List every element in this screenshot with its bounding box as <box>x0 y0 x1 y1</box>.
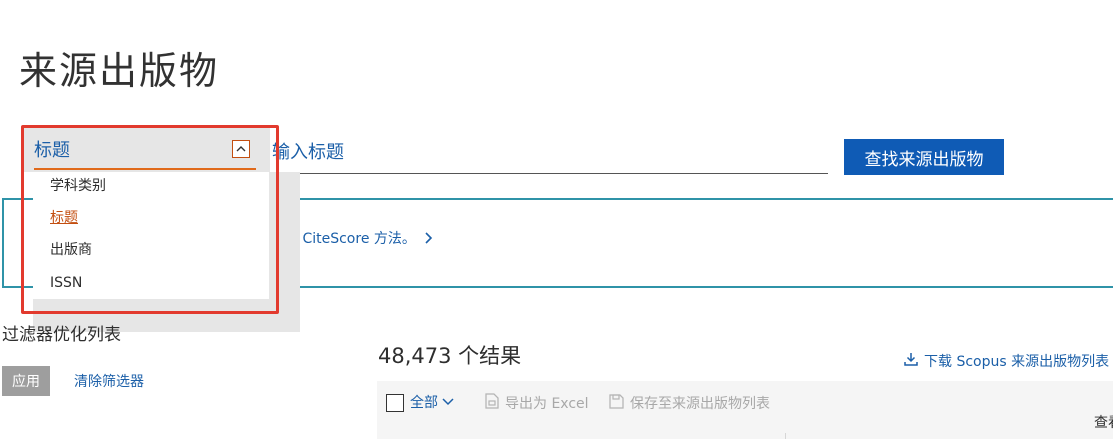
citescore-method-link-label: 看 CiteScore 方法。 <box>284 231 416 247</box>
chevron-down-icon <box>442 394 454 410</box>
filter-heading: 过滤器优化列表 <box>2 325 121 345</box>
download-icon <box>904 352 918 370</box>
clear-filters-link[interactable]: 清除筛选器 <box>74 371 144 391</box>
results-count: 48,473 个结果 <box>378 344 522 368</box>
export-excel-label: 导出为 Excel <box>505 396 589 412</box>
file-excel-icon <box>485 393 499 413</box>
select-all-dropdown[interactable]: 全部 <box>410 392 454 412</box>
save-to-source-list-button[interactable]: 保存至来源出版物列表 <box>609 393 770 413</box>
citescore-method-link[interactable]: 看 CiteScore 方法。 <box>284 228 434 248</box>
select-all-label: 全部 <box>410 395 438 411</box>
save-to-source-list-label: 保存至来源出版物列表 <box>630 396 770 412</box>
results-toolbar: 全部 导出为 Excel 保存至来源出版物列表 查看 <box>377 381 1113 439</box>
select-all-checkbox[interactable] <box>386 394 404 412</box>
toolbar-divider <box>785 433 786 439</box>
save-icon <box>609 393 624 413</box>
page-title: 来源出版物 <box>19 49 220 93</box>
download-source-list-link[interactable]: 下载 Scopus 来源出版物列表 <box>904 351 1109 371</box>
apply-filters-button[interactable]: 应用 <box>2 366 50 396</box>
chevron-right-icon <box>420 231 434 247</box>
search-input[interactable] <box>272 132 828 174</box>
export-excel-button[interactable]: 导出为 Excel <box>485 393 589 413</box>
find-sources-button[interactable]: 查找来源出版物 <box>844 139 1004 175</box>
annotation-highlight-box <box>21 125 279 314</box>
view-label: 查看 <box>1094 415 1113 431</box>
download-source-list-label: 下载 Scopus 来源出版物列表 <box>924 354 1110 370</box>
